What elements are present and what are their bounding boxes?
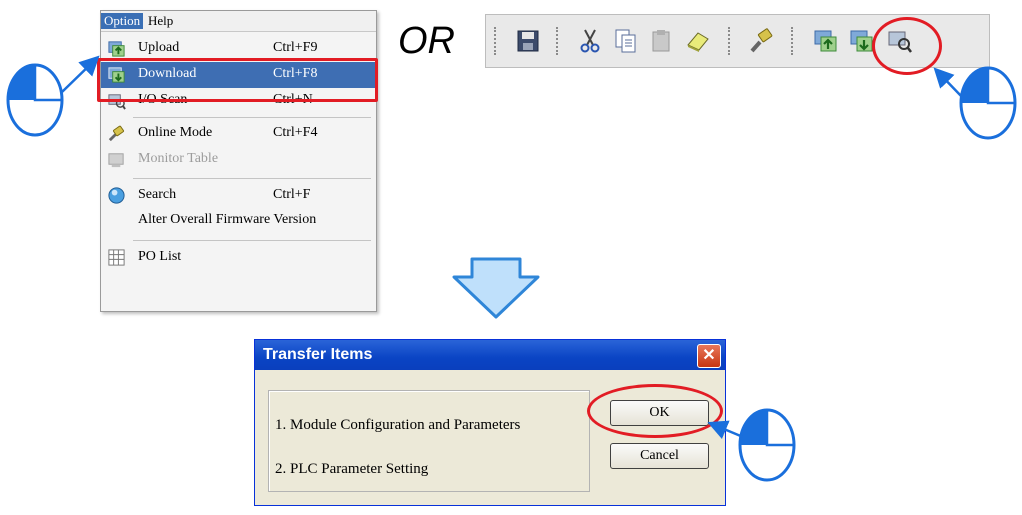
mouse-icon (6, 63, 64, 137)
pointer-arrow (707, 420, 744, 440)
pointer-arrow (933, 67, 964, 99)
mouse-icon (959, 66, 1017, 140)
pointer-arrow (61, 55, 100, 93)
annotation-layer (6, 55, 1017, 482)
mouse-icon (738, 408, 796, 482)
